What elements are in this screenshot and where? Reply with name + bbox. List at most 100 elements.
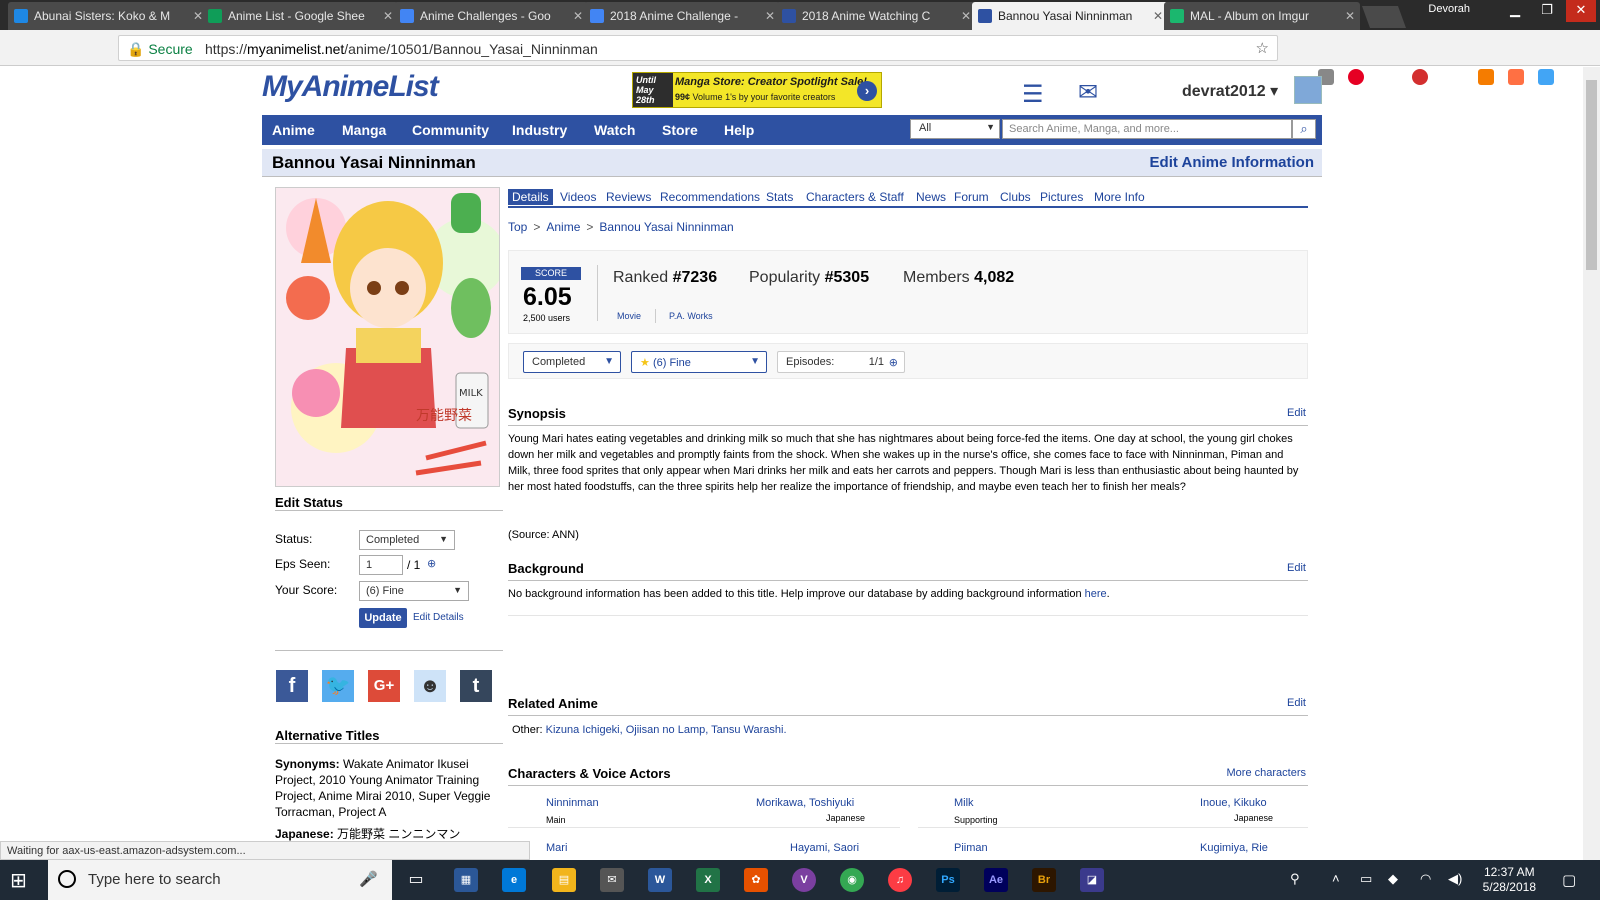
edit-anime-info-link[interactable]: Edit Anime Information — [1150, 154, 1314, 171]
breadcrumb-title[interactable]: Bannou Yasai Ninninman — [599, 220, 733, 234]
extension-icon[interactable] — [1538, 69, 1554, 85]
browser-tab[interactable]: 2018 Anime Challenge - ✕ — [584, 2, 780, 30]
store-icon[interactable]: ▦ — [454, 868, 478, 892]
increment-plus-icon[interactable]: ⊕ — [427, 557, 436, 570]
search-input[interactable]: Search Anime, Manga, and more... — [1002, 119, 1292, 139]
facebook-share-icon[interactable]: f — [276, 670, 308, 702]
task-view-icon[interactable]: ▭ — [404, 868, 428, 892]
bookmark-star-icon[interactable]: ☆ — [1256, 39, 1269, 57]
minimize-icon[interactable]: ▁ — [1500, 0, 1530, 22]
promo-banner[interactable]: Until May 28th Manga Store: Creator Spot… — [632, 72, 882, 108]
site-logo[interactable]: MyAnimeList — [262, 70, 439, 104]
mail-icon[interactable]: ✉ — [1078, 78, 1098, 107]
browser-tab[interactable]: MAL - Album on Imgur ✕ — [1164, 2, 1360, 30]
itunes-icon[interactable]: ♫ — [888, 868, 912, 892]
scrollbar-thumb[interactable] — [1586, 80, 1597, 270]
pinterest-icon[interactable] — [1348, 69, 1364, 85]
character-name[interactable]: Piiman — [954, 842, 988, 854]
close-tab-icon[interactable]: ✕ — [1153, 2, 1163, 30]
battery-icon[interactable]: ▭ — [1360, 871, 1372, 887]
character-name[interactable]: Milk — [954, 797, 974, 809]
tab-clubs[interactable]: Clubs — [996, 189, 1035, 205]
edit-details-link[interactable]: Edit Details — [413, 612, 464, 623]
close-window-icon[interactable]: ✕ — [1566, 0, 1596, 22]
people-icon[interactable]: ⚲ — [1290, 871, 1300, 887]
action-center-icon[interactable]: ▢ — [1562, 871, 1576, 889]
tab-details[interactable]: Details — [508, 189, 553, 205]
related-edit-link[interactable]: Edit — [1287, 697, 1306, 709]
related-anime-links[interactable]: Kizuna Ichigeki, Ojiisan no Lamp, Tansu … — [546, 724, 787, 736]
character-name[interactable]: Ninninman — [546, 797, 599, 809]
members-stat[interactable]: Members 4,082 — [903, 269, 1014, 287]
profile-name[interactable]: Devorah — [1428, 3, 1470, 15]
nav-watch[interactable]: Watch — [594, 115, 635, 145]
nav-anime[interactable]: Anime — [272, 115, 315, 145]
mail-icon[interactable]: ✉ — [600, 868, 624, 892]
nav-community[interactable]: Community — [412, 115, 489, 145]
viber-icon[interactable]: V — [792, 868, 816, 892]
microphone-icon[interactable]: 🎤 — [359, 870, 378, 888]
windows-start-icon[interactable]: ⊞ — [10, 868, 27, 893]
nav-store[interactable]: Store — [662, 115, 698, 145]
status-select[interactable]: Completed ▼ — [359, 530, 455, 550]
nav-industry[interactable]: Industry — [512, 115, 567, 145]
chevron-up-icon[interactable]: ˄ — [1332, 871, 1340, 886]
url-input[interactable]: 🔒 Secure https://myanimelist.net/anime/1… — [118, 35, 1278, 61]
tab-characters-staff[interactable]: Characters & Staff — [802, 189, 908, 205]
excel-icon[interactable]: X — [696, 868, 720, 892]
tab-more-info[interactable]: More Info — [1090, 189, 1149, 205]
nav-help[interactable]: Help — [724, 115, 754, 145]
secure-indicator[interactable]: 🔒 Secure — [127, 41, 193, 58]
breadcrumb-anime[interactable]: Anime — [546, 220, 580, 234]
increment-plus-icon[interactable]: ⊕ — [889, 356, 898, 369]
voice-actor-name[interactable]: Hayami, Saori — [790, 842, 859, 854]
dropbox-icon[interactable]: ◆ — [1388, 871, 1398, 887]
voice-actor-name[interactable]: Kugimiya, Rie — [1200, 842, 1268, 854]
close-tab-icon[interactable]: ✕ — [1345, 2, 1355, 30]
extension-icon[interactable] — [1412, 69, 1428, 85]
tab-reviews[interactable]: Reviews — [602, 189, 655, 205]
app-icon[interactable]: ◪ — [1080, 868, 1104, 892]
browser-tab[interactable]: 2018 Anime Watching C ✕ — [776, 2, 976, 30]
list-status-select[interactable]: Completed ▼ — [523, 351, 621, 373]
url-text[interactable]: https://myanimelist.net/anime/10501/Bann… — [205, 41, 598, 57]
tab-pictures[interactable]: Pictures — [1036, 189, 1087, 205]
chrome-icon[interactable]: ◉ — [840, 868, 864, 892]
browser-tab[interactable]: Anime List - Google Shee ✕ — [202, 2, 398, 30]
photoshop-icon[interactable]: Ps — [936, 868, 960, 892]
avatar[interactable] — [1294, 76, 1322, 104]
synopsis-edit-link[interactable]: Edit — [1287, 407, 1306, 419]
background-edit-link[interactable]: Edit — [1287, 562, 1306, 574]
eps-seen-input[interactable]: 1 — [359, 555, 403, 575]
chevron-right-icon[interactable]: › — [857, 81, 877, 101]
edge-icon[interactable]: e — [502, 868, 526, 892]
ranked-stat[interactable]: Ranked #7236 — [613, 269, 717, 287]
google-plus-share-icon[interactable]: G+ — [368, 670, 400, 702]
nav-manga[interactable]: Manga — [342, 115, 386, 145]
list-icon[interactable]: ☰ — [1022, 80, 1044, 109]
close-tab-icon[interactable]: ✕ — [383, 2, 393, 30]
tab-recommendations[interactable]: Recommendations — [656, 189, 764, 205]
search-category-select[interactable]: All ▼ — [910, 119, 1000, 139]
list-score-select[interactable]: ★ (6) Fine ▼ — [631, 351, 767, 373]
type-link[interactable]: Movie — [617, 311, 641, 321]
wifi-icon[interactable]: ◠ — [1420, 871, 1431, 887]
volume-icon[interactable]: ◀) — [1448, 871, 1462, 887]
extension-icon[interactable] — [1508, 69, 1524, 85]
search-icon[interactable]: ⌕ — [1292, 119, 1316, 139]
close-tab-icon[interactable]: ✕ — [765, 2, 775, 30]
character-name[interactable]: Mari — [546, 842, 567, 854]
taskbar-clock[interactable]: 12:37 AM 5/28/2018 — [1483, 865, 1536, 895]
user-menu[interactable]: devrat2012 ▾ — [1182, 81, 1278, 101]
breadcrumb-top[interactable]: Top — [508, 220, 527, 234]
taskbar-search-input[interactable]: Type here to search 🎤 — [48, 860, 392, 900]
after-effects-icon[interactable]: Ae — [984, 868, 1008, 892]
close-tab-icon[interactable]: ✕ — [961, 2, 971, 30]
extension-icon[interactable] — [1478, 69, 1494, 85]
popularity-stat[interactable]: Popularity #5305 — [749, 269, 869, 287]
tab-stats[interactable]: Stats — [762, 189, 797, 205]
background-here-link[interactable]: here — [1085, 588, 1107, 600]
tab-videos[interactable]: Videos — [556, 189, 600, 205]
word-icon[interactable]: W — [648, 868, 672, 892]
update-button[interactable]: Update — [359, 608, 407, 628]
